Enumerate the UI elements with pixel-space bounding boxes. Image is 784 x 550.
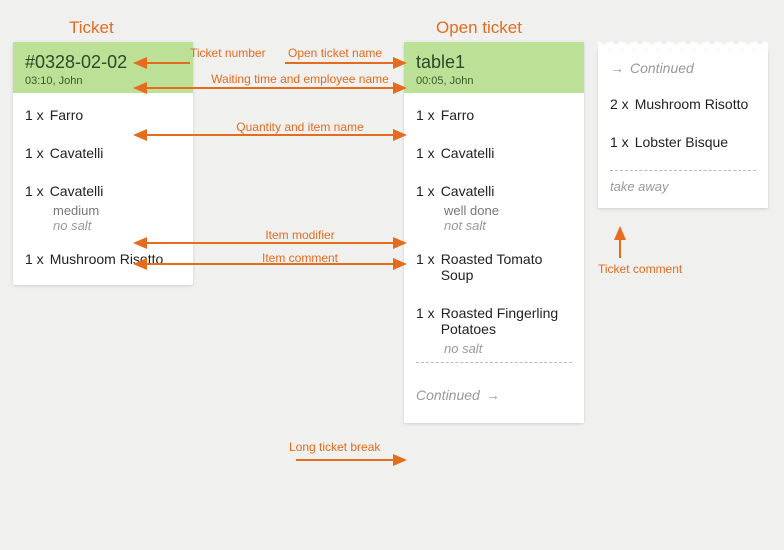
item-name: Cavatelli [441,145,572,161]
item-name: Roasted Tomato Soup [441,251,572,283]
open-ticket-waiting-employee: 00:05, John [416,75,572,87]
continued-ticket-card: → Continued 2 x Mushroom Risotto 1 x Lobst… [598,42,768,208]
annotation-item-comment: Item comment [195,251,405,265]
annotation-item-modifier: Item modifier [195,228,405,242]
list-item: 1 x Farro [416,103,572,127]
item-name: Cavatelli [50,145,181,161]
annotation-waiting-employee: Waiting time and employee name [195,72,405,86]
open-ticket-card: table1 00:05, John 1 x Farro 1 x Cavatelli… [404,42,584,423]
item-qty: 2 x [610,96,629,112]
annotation-open-name: Open ticket name [288,46,382,60]
ticket-items: 1 x Farro 1 x Cavatelli 1 x Cavatelli mediu… [13,93,193,285]
item-comment: no salt [444,341,572,356]
item-name: Cavatelli [50,183,181,199]
list-item: 2 x Mushroom Risotto [610,92,756,116]
continued-bottom: Continued → [404,379,584,415]
annotation-ticket-number: Ticket number [190,46,266,60]
list-item: 1 x Roasted Tomato Soup [416,247,572,287]
item-qty: 1 x [416,183,435,199]
open-ticket-header: table1 00:05, John [404,42,584,93]
item-qty: 1 x [416,107,435,123]
item-modifier: medium [53,203,181,218]
list-item: 1 x Roasted Fingerling Potatoes [416,301,572,341]
ticket-header: #0328-02-02 03:10, John [13,42,193,93]
title-ticket: Ticket [69,18,114,38]
list-item: 1 x Cavatelli [416,179,572,203]
item-qty: 1 x [416,251,435,283]
open-ticket-items: 1 x Farro 1 x Cavatelli 1 x Cavatelli well … [404,93,584,379]
ticket-comment: take away [610,173,756,194]
item-qty: 1 x [610,134,629,150]
arrow-right-icon: → [486,387,500,403]
continued-label: Continued [630,60,694,76]
continued-items: 2 x Mushroom Risotto 1 x Lobster Bisque ta… [598,82,768,208]
long-ticket-break-line [416,362,572,363]
open-ticket-name: table1 [416,52,572,73]
annotation-ticket-comment: Ticket comment [598,262,682,276]
torn-edge-icon [404,415,584,423]
item-qty: 1 x [25,145,44,161]
ticket-number: #0328-02-02 [25,52,181,73]
item-qty: 1 x [416,145,435,161]
item-qty: 1 x [416,305,435,337]
torn-edge-icon [598,42,768,50]
list-item: 1 x Cavatelli [25,179,181,203]
list-item: 1 x Farro [25,103,181,127]
item-qty: 1 x [25,107,44,123]
item-comment: not salt [444,218,572,233]
item-name: Farro [50,107,181,123]
item-name: Mushroom Risotto [50,251,181,267]
item-modifier: well done [444,203,572,218]
item-qty: 1 x [25,183,44,199]
item-name: Roasted Fingerling Potatoes [441,305,572,337]
annotation-long-break: Long ticket break [289,440,380,454]
list-item: 1 x Mushroom Risotto [25,247,181,271]
item-name: Lobster Bisque [635,134,756,150]
ticket-waiting-employee: 03:10, John [25,75,181,87]
list-item: 1 x Cavatelli [416,141,572,165]
list-item: 1 x Lobster Bisque [610,130,756,154]
item-name: Cavatelli [441,183,572,199]
title-open-ticket: Open ticket [436,18,522,38]
continued-label: Continued [416,387,480,403]
arrow-right-icon: → [610,60,624,76]
item-comment: no salt [53,218,181,233]
divider [610,170,756,171]
annotation-qty-item: Quantity and item name [195,120,405,134]
item-name: Farro [441,107,572,123]
list-item: 1 x Cavatelli [25,141,181,165]
item-name: Mushroom Risotto [635,96,756,112]
continued-top: → Continued [598,50,768,82]
ticket-card: #0328-02-02 03:10, John 1 x Farro 1 x Cava… [13,42,193,285]
item-qty: 1 x [25,251,44,267]
